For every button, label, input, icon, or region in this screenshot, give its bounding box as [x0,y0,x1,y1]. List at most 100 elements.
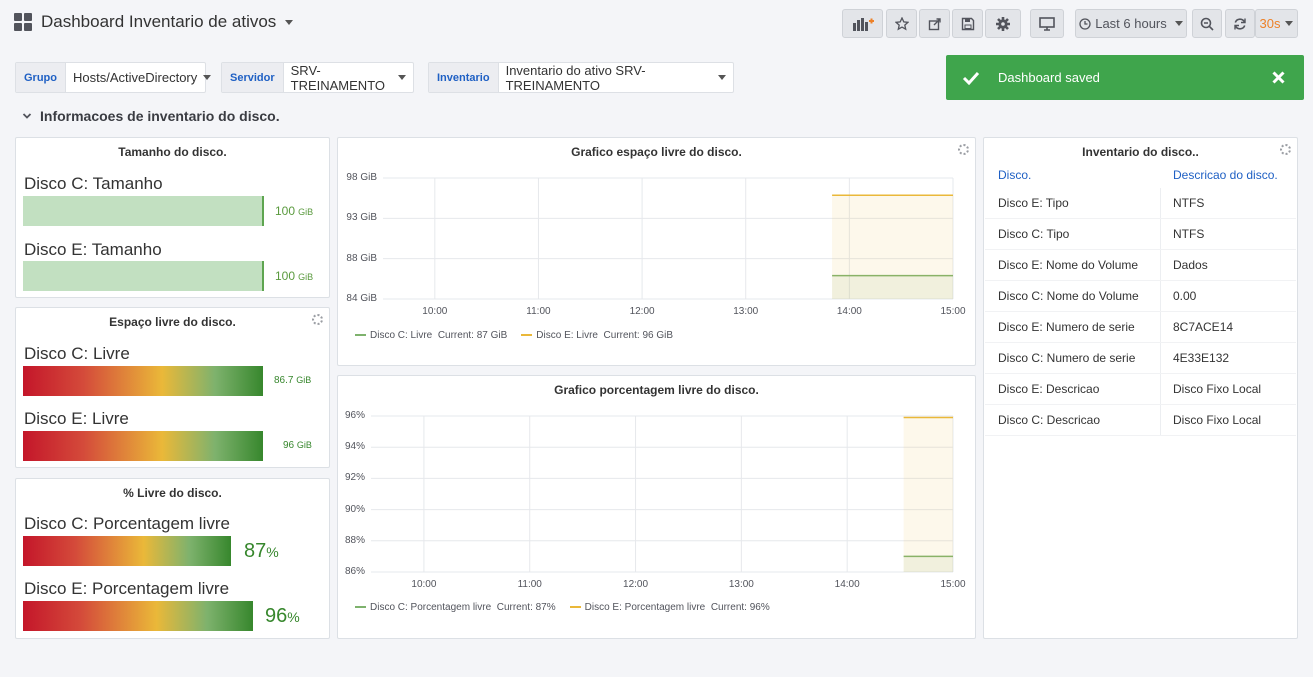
success-toast: Dashboard saved [946,55,1304,100]
bar-label: Disco E: Livre [24,409,129,428]
legend-item[interactable]: Disco E: Porcentagem livre Current: 96% [569,602,770,613]
bar-gauge-fill [23,261,264,291]
chart-legend: Disco C: Livre Current: 87 GiB Disco E: … [355,330,673,341]
variable-value: Inventario do ativo SRV-TREINAMENTO [505,62,646,93]
panel-title[interactable]: % Livre do disco. [16,486,329,500]
refresh-interval-picker[interactable]: 30s [1255,9,1298,38]
row-title: Informacoes de inventario do disco. [40,108,280,124]
bar-value: 86.7 GiB [274,375,312,386]
check-icon [962,71,980,85]
series-area [832,195,953,299]
loading-spinner-icon [1280,144,1291,155]
bar-label: Disco C: Livre [24,344,130,363]
panel-free-pct-graph: Grafico porcentagem livre do disco. 96% 9… [337,375,976,639]
legend-current: Current: 87 GiB [437,330,508,341]
time-range-picker[interactable]: Last 6 hours [1075,9,1187,38]
panel-disk-pct: % Livre do disco. Disco C: Porcentagem l… [15,478,330,639]
share-button[interactable] [919,9,950,38]
column-divider [1160,374,1161,404]
refresh-button[interactable] [1225,9,1255,38]
bar-label: Disco E: Porcentagem livre [24,579,230,598]
table-row: Disco E: Tipo NTFS [985,188,1296,219]
tv-mode-button[interactable] [1030,9,1064,38]
bar-gauge-fill [23,536,231,566]
share-icon [928,17,941,30]
close-icon[interactable] [1272,71,1285,84]
star-button[interactable] [886,9,917,38]
variable-inventario: Inventario Inventario do ativo SRV-TREIN… [428,62,734,93]
column-divider [1160,188,1161,218]
add-panel-icon [852,17,874,31]
legend-name: Disco C: Porcentagem livre [370,602,492,613]
panel-disk-inventory: Inventario do disco.. Disco. Descricao d… [983,137,1298,639]
save-icon [961,17,974,30]
table-cell-disco: Disco E: Descricao [998,382,1100,396]
table-cell-descricao: Disco Fixo Local [1173,382,1262,396]
bar-gauge-fill [23,601,253,631]
bar-value: 96% [265,605,300,627]
table-row: Disco E: Numero de serie 8C7ACE14 [985,312,1296,343]
table-cell-disco: Disco C: Numero de serie [998,351,1136,365]
legend-item[interactable]: Disco C: Porcentagem livre Current: 87% [355,602,556,613]
legend-item[interactable]: Disco C: Livre Current: 87 GiB [355,330,507,341]
chevron-down-icon [1174,21,1183,26]
legend-swatch [355,334,366,337]
table-cell-descricao: Dados [1173,258,1208,272]
legend-current: Current: 96 GiB [603,330,674,341]
star-icon [894,16,909,30]
panel-title[interactable]: Espaço livre do disco. [16,315,329,329]
chevron-down-icon [22,113,32,119]
top-navbar: Dashboard Inventario de ativos Last 6 ho… [0,0,1313,48]
clock-icon [1079,17,1091,30]
legend-swatch [355,606,366,609]
toast-message: Dashboard saved [998,70,1100,85]
column-divider [1160,281,1161,311]
zoom-out-icon [1200,17,1214,31]
panel-title[interactable]: Tamanho do disco. [16,145,329,159]
variable-grupo-dropdown[interactable]: Hosts/ActiveDirectory [66,63,218,92]
variable-servidor-dropdown[interactable]: SRV-TREINAMENTO [284,62,413,93]
legend-swatch [569,606,581,609]
table-cell-disco: Disco C: Nome do Volume [998,289,1139,303]
table-cell-disco: Disco C: Tipo [998,227,1070,241]
dashboard-title-picker[interactable]: Dashboard Inventario de ativos [14,12,294,32]
row-header[interactable]: Informacoes de inventario do disco. [22,108,280,124]
variable-inventario-dropdown[interactable]: Inventario do ativo SRV-TREINAMENTO [499,62,733,93]
column-divider [1160,405,1161,435]
panel-title[interactable]: Inventario do disco.. [984,145,1297,159]
zoom-out-button[interactable] [1192,9,1222,38]
legend-swatch [521,334,533,337]
save-button[interactable] [952,9,983,38]
chevron-down-icon [718,75,726,80]
panel-disk-size: Tamanho do disco. Disco C: Tamanho 100 G… [15,137,330,298]
table-row: Disco C: Descricao Disco Fixo Local [985,405,1296,436]
chart-svg [371,415,954,573]
column-header-descricao[interactable]: Descricao do disco. [1173,168,1278,182]
table-cell-disco: Disco E: Tipo [998,196,1069,210]
chart-legend: Disco C: Porcentagem livre Current: 87% … [355,602,770,613]
table-cell-descricao: NTFS [1173,196,1205,210]
refresh-icon [1234,17,1246,30]
table-cell-disco: Disco C: Descricao [998,413,1101,427]
column-divider [1160,343,1161,373]
settings-button[interactable] [985,9,1021,38]
legend-name: Disco C: Livre [370,330,433,341]
table-cell-descricao: 0.00 [1173,289,1197,303]
column-header-disco[interactable]: Disco. [998,168,1031,182]
bar-value: 87% [244,540,279,562]
table-row: Disco C: Tipo NTFS [985,219,1296,250]
monitor-icon [1039,16,1055,31]
variable-value: SRV-TREINAMENTO [290,62,386,93]
bar-value: 100 GiB [275,269,314,283]
variable-grupo: Grupo Hosts/ActiveDirectory [15,62,212,93]
bar-gauge-fill [23,366,263,396]
legend-name: Disco E: Porcentagem livre [584,602,706,613]
legend-item[interactable]: Disco E: Livre Current: 96 GiB [521,330,673,341]
table-cell-descricao: 8C7ACE14 [1173,320,1234,334]
variable-servidor: Servidor SRV-TREINAMENTO [221,62,414,93]
add-panel-button[interactable] [842,9,883,38]
panel-free-space-graph: Grafico espaço livre do disco. 98 GiB 93 … [337,137,976,366]
table-cell-disco: Disco E: Nome do Volume [998,258,1139,272]
refresh-interval-label: 30s [1259,16,1281,31]
table-row: Disco C: Numero de serie 4E33E132 [985,343,1296,374]
